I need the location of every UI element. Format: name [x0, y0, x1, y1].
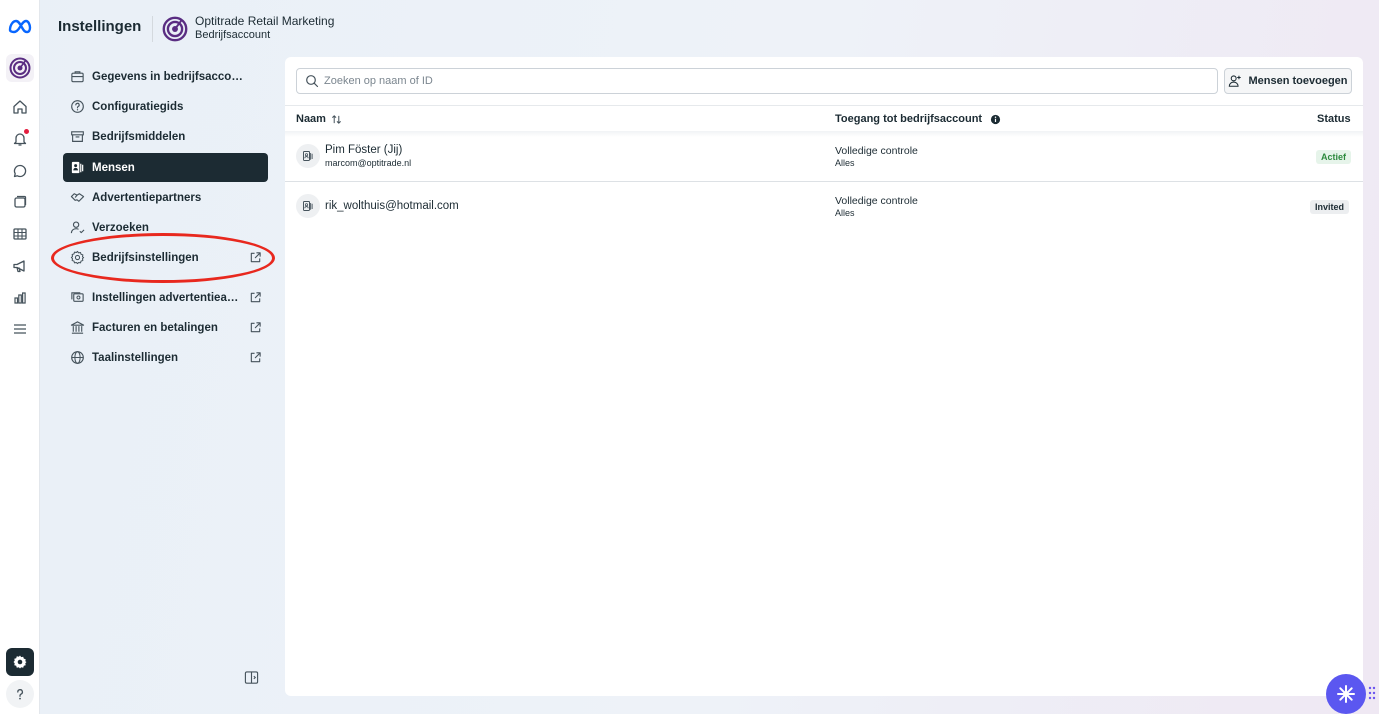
bank-icon	[69, 320, 85, 336]
search-input[interactable]	[324, 75, 1204, 87]
status-badge: Actief	[1316, 150, 1352, 164]
nav-item-bedrijfsmiddelen[interactable]: Bedrijfsmiddelen	[63, 122, 268, 151]
megaphone-icon[interactable]	[6, 252, 34, 280]
ad-account-icon	[69, 290, 85, 306]
table-row[interactable]: rik_wolthuis@hotmail.com Volledige contr…	[285, 187, 1363, 237]
stacked-pages-icon[interactable]	[6, 188, 34, 216]
nav-item-instellingen-advertentieaccount[interactable]: Instellingen advertentieaccount	[63, 283, 268, 312]
person-email: marcom@optitrade.nl	[325, 158, 412, 168]
external-link-icon	[249, 321, 262, 334]
home-icon[interactable]	[6, 93, 34, 121]
status-badge: Invited	[1310, 200, 1350, 214]
bell-icon[interactable]	[6, 125, 34, 153]
row-divider	[285, 181, 1363, 182]
table-row[interactable]: Pim Föster (Jij) marcom@optitrade.nl Vol…	[285, 137, 1363, 187]
drag-handle-icon[interactable]	[1368, 686, 1376, 700]
help-icon[interactable]	[6, 680, 34, 708]
briefcase-icon	[69, 69, 85, 85]
nav-item-configuratiegids[interactable]: Configuratiegids	[63, 92, 268, 121]
handshake-icon	[69, 190, 85, 206]
add-people-button[interactable]: Mensen toevoegen	[1224, 68, 1352, 94]
external-link-icon	[249, 351, 262, 364]
access-level: Volledige controle	[835, 145, 918, 157]
nav-item-facturen-betalingen[interactable]: Facturen en betalingen	[63, 313, 268, 342]
left-rail	[0, 0, 40, 714]
people-icon	[69, 160, 85, 176]
account-avatar-icon[interactable]	[6, 54, 34, 82]
person-request-icon	[69, 220, 85, 236]
people-panel: Mensen toevoegen Naam Toegang tot bedrij…	[285, 57, 1363, 696]
column-header-name[interactable]: Naam	[296, 113, 342, 125]
chat-bubble-icon[interactable]	[6, 157, 34, 185]
column-header-status: Status	[1317, 113, 1351, 125]
gear-icon	[69, 250, 85, 266]
nav-item-bedrijfsinstellingen[interactable]: Bedrijfsinstellingen	[63, 243, 268, 272]
page-title: Instellingen	[58, 18, 142, 35]
account-avatar[interactable]	[162, 16, 188, 42]
person-avatar-icon	[296, 194, 320, 218]
account-type: Bedrijfsaccount	[195, 29, 271, 41]
header-divider	[152, 16, 153, 42]
gear-icon[interactable]	[6, 648, 34, 676]
nav-item-gegevens[interactable]: Gegevens in bedrijfsaccount	[63, 62, 268, 91]
table-icon[interactable]	[6, 220, 34, 248]
account-name[interactable]: Optitrade Retail Marketing	[195, 14, 334, 28]
bar-chart-icon[interactable]	[6, 284, 34, 312]
collapse-sidebar-icon[interactable]	[244, 670, 259, 685]
external-link-icon	[249, 251, 262, 264]
search-box[interactable]	[296, 68, 1218, 94]
globe-icon	[69, 350, 85, 366]
table-top-divider	[285, 105, 1363, 106]
nav-item-verzoeken[interactable]: Verzoeken	[63, 213, 268, 242]
assistant-button[interactable]	[1326, 674, 1366, 714]
meta-logo-icon[interactable]	[6, 12, 34, 40]
search-icon	[305, 74, 319, 88]
archive-box-icon	[69, 129, 85, 145]
add-person-icon	[1229, 75, 1242, 87]
person-name[interactable]: rik_wolthuis@hotmail.com	[325, 200, 459, 212]
info-icon[interactable]	[990, 114, 1001, 125]
person-avatar-icon	[296, 144, 320, 168]
access-scope: Alles	[835, 158, 855, 168]
external-link-icon	[249, 291, 262, 304]
column-header-access: Toegang tot bedrijfsaccount	[835, 113, 1001, 125]
question-circle-icon	[69, 99, 85, 115]
menu-lines-icon[interactable]	[6, 315, 34, 343]
nav-item-advertentiepartners[interactable]: Advertentiepartners	[63, 183, 268, 212]
nav-item-taalinstellingen[interactable]: Taalinstellingen	[63, 343, 268, 372]
nav-item-mensen[interactable]: Mensen	[63, 153, 268, 182]
access-scope: Alles	[835, 208, 855, 218]
notification-dot	[24, 129, 29, 134]
access-level: Volledige controle	[835, 195, 918, 207]
sparkle-icon	[1337, 685, 1355, 703]
sort-icon	[331, 114, 341, 124]
person-name[interactable]: Pim Föster (Jij)	[325, 144, 402, 156]
